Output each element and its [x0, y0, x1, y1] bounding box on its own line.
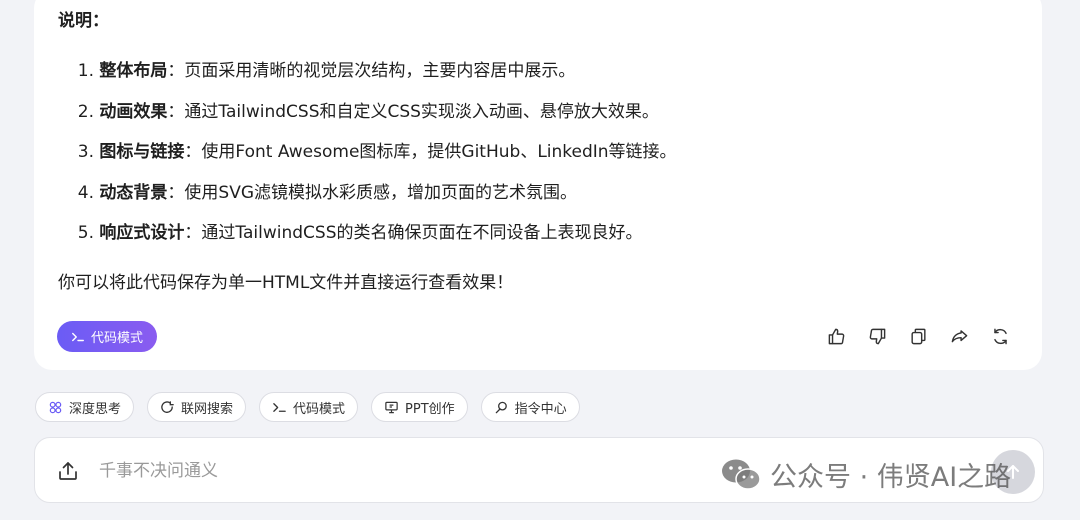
list-number: 2.	[77, 101, 94, 122]
web-search-icon	[161, 400, 174, 413]
like-button[interactable]	[826, 325, 847, 347]
regenerate-icon	[994, 328, 1007, 344]
code-mode-icon	[273, 402, 286, 412]
chip-code-mode[interactable]: 代码模式	[259, 392, 359, 422]
chip-label: 代码模式	[293, 401, 346, 417]
list-item: 3. 图标与链接：使用Font Awesome图标库，提供GitHub、Link…	[58, 139, 677, 180]
list-item: 4. 动态背景：使用SVG滤镜模拟水彩质感，增加页面的艺术氛围。	[58, 180, 677, 221]
list-item-text: ：通过TailwindCSS的类名确保页面在不同设备上表现良好。	[184, 223, 643, 243]
list-item-title: 动画效果	[99, 101, 168, 122]
copy-icon	[911, 328, 926, 344]
list-item-text: ：通过TailwindCSS和自定义CSS实现淡入动画、悬停放大效果。	[167, 101, 659, 122]
message-actions	[826, 325, 1011, 347]
code-mode-tag[interactable]: 代码模式	[57, 321, 157, 352]
thumbs-down-icon	[869, 328, 886, 344]
prompt-input[interactable]: 千事不决问通义	[99, 458, 218, 484]
chip-label: 深度思考	[69, 401, 122, 417]
thumbs-up-icon	[828, 328, 845, 344]
list-item-text: ：页面采用清晰的视觉层次结构，主要内容居中展示。	[167, 61, 576, 81]
list-number: 1.	[77, 61, 94, 81]
upload-icon	[59, 462, 77, 480]
list-item: 2. 动画效果：通过TailwindCSS和自定义CSS实现淡入动画、悬停放大效…	[58, 99, 677, 140]
list-item: 1. 整体布局：页面采用清晰的视觉层次结构，主要内容居中展示。	[58, 58, 677, 99]
copy-button[interactable]	[908, 325, 929, 347]
wechat-icon	[722, 459, 761, 490]
list-number: 4.	[77, 182, 94, 203]
share-icon	[951, 329, 968, 342]
command-center-icon	[495, 401, 507, 413]
explanation-list: 1. 整体布局：页面采用清晰的视觉层次结构，主要内容居中展示。 2. 动画效果：…	[58, 58, 677, 261]
conclusion-text: 你可以将此代码保存为单一HTML文件并直接运行查看效果！	[58, 273, 514, 293]
list-item-title: 图标与链接	[99, 142, 185, 162]
deep-think-icon	[49, 401, 62, 413]
list-item-title: 整体布局	[99, 61, 168, 81]
chip-label: PPT创作	[405, 401, 455, 417]
chip-ppt[interactable]: PPT创作	[371, 392, 468, 422]
chip-label: 指令中心	[514, 401, 567, 417]
list-number: 5.	[77, 223, 94, 243]
dislike-button[interactable]	[867, 325, 888, 347]
list-item-text: ：使用SVG滤镜模拟水彩质感，增加页面的艺术氛围。	[167, 182, 577, 203]
explanation-heading: 说明：	[58, 11, 109, 31]
feature-chips: 深度思考 联网搜索 代码模式 PPT创作 指令中心	[35, 392, 580, 422]
chip-command-center[interactable]: 指令中心	[480, 392, 580, 422]
list-item-title: 动态背景	[99, 182, 168, 203]
list-number: 3.	[77, 142, 94, 162]
watermark-text: 公众号 · 伟贤AI之路	[770, 462, 1012, 493]
regenerate-button[interactable]	[990, 325, 1011, 347]
chip-web-search[interactable]: 联网搜索	[147, 392, 247, 422]
chip-label: 联网搜索	[181, 401, 234, 417]
code-mode-label: 代码模式	[90, 331, 143, 346]
share-button[interactable]	[949, 325, 970, 347]
terminal-icon	[72, 332, 84, 341]
chip-deep-think[interactable]: 深度思考	[35, 392, 135, 422]
watermark: 公众号 · 伟贤AI之路	[720, 455, 1011, 494]
upload-button[interactable]	[57, 460, 79, 482]
list-item-text: ：使用Font Awesome图标库，提供GitHub、LinkedIn等链接。	[184, 142, 677, 162]
ppt-icon	[385, 401, 398, 413]
list-item-title: 响应式设计	[99, 223, 185, 243]
list-item: 5. 响应式设计：通过TailwindCSS的类名确保页面在不同设备上表现良好。	[58, 220, 677, 261]
